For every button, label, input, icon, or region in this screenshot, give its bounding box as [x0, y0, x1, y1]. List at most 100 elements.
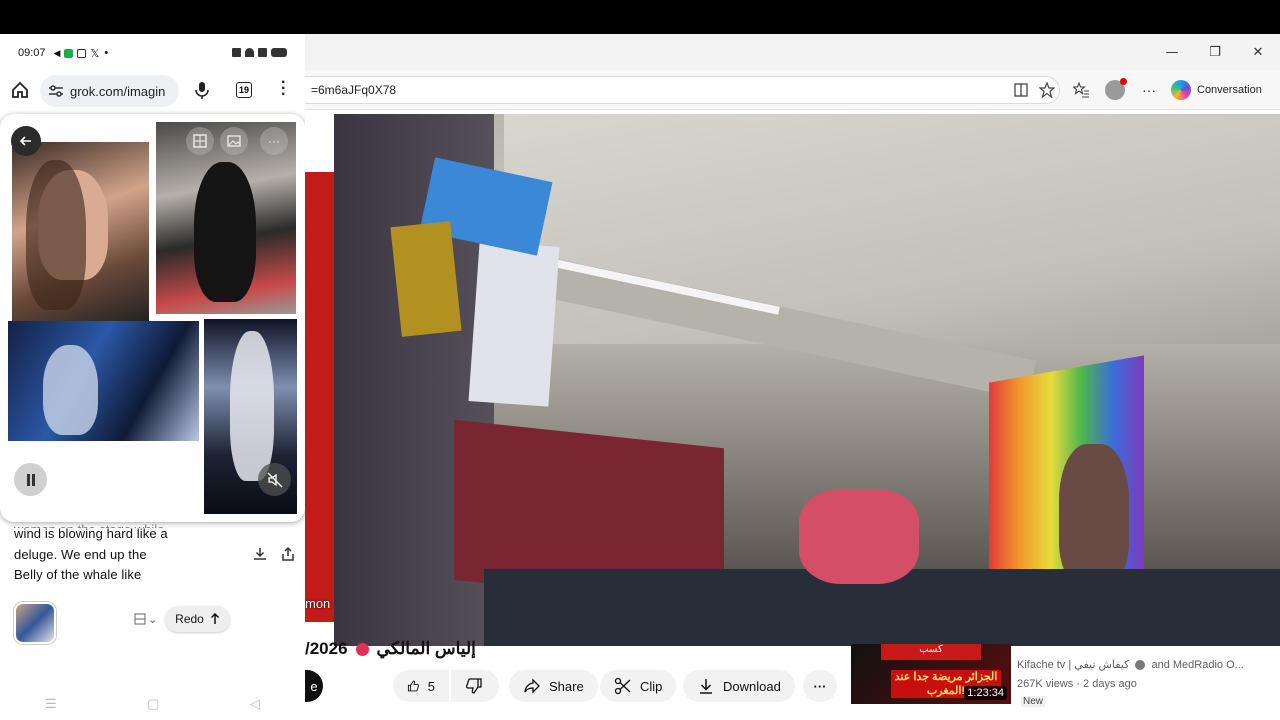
- favorite-star-icon[interactable]: [1037, 80, 1057, 100]
- scissors-icon: [614, 677, 631, 695]
- layout-select[interactable]: ⌄: [134, 610, 160, 628]
- thumbs-down-icon: [465, 678, 482, 694]
- like-button[interactable]: 5: [393, 670, 449, 702]
- battery-icon: [271, 48, 287, 57]
- status-app-icon: [77, 48, 87, 58]
- restore-icon[interactable]: ❐: [1193, 34, 1237, 70]
- x-app-icon: 𝕏: [90, 47, 100, 60]
- back-button[interactable]: [11, 126, 41, 156]
- recent-apps-icon[interactable]: ☰: [45, 696, 57, 712]
- suggested-thumbnail[interactable]: كسب الجزائر مريضة جدا عند المغرب! 1:23:3…: [851, 644, 1011, 704]
- suggested-channel-name: Kifache tv | كيفاش تيفي: [1017, 659, 1130, 671]
- more-actions-button[interactable]: ···: [803, 670, 837, 702]
- screen: — ❐ ✕ =6m6aJFq0X78 ··· Conversation mon …: [0, 0, 1280, 720]
- video-title-text: /2026: [305, 639, 348, 658]
- layout-icon: [134, 613, 146, 625]
- status-time: 09:07: [18, 47, 46, 59]
- suggested-thumb-top-text: كسب: [881, 644, 981, 660]
- minimize-icon[interactable]: —: [1150, 34, 1194, 70]
- arrow-up-icon: [210, 613, 219, 624]
- video-frame-poster-face: [1059, 444, 1129, 584]
- clip-button[interactable]: Clip: [600, 670, 677, 702]
- image-icon: [227, 135, 241, 147]
- window-titlebar: — ❐ ✕: [305, 34, 1280, 70]
- prompt-text: wind is blowing hard like a deluge. We e…: [14, 524, 204, 586]
- suggested-views: 267K views: [1017, 678, 1074, 690]
- download-icon: [700, 679, 712, 694]
- video-frame-cloth: [390, 221, 462, 337]
- split-screen-icon[interactable]: [1011, 80, 1031, 100]
- microphone-icon[interactable]: [194, 80, 210, 105]
- phone-screen: 09:07 ◀ 𝕏 • grok.com/imagin 19 · · · ···…: [0, 34, 305, 720]
- thumbs-up-icon: [407, 680, 420, 692]
- back-arrow-icon: [19, 136, 31, 146]
- mute-button[interactable]: [258, 463, 291, 496]
- mobile-address-field[interactable]: grok.com/imagin: [40, 75, 179, 107]
- suggested-age: 2 days ago: [1083, 678, 1137, 690]
- back-nav-icon[interactable]: ◁: [250, 696, 260, 712]
- pause-button[interactable]: [14, 463, 47, 496]
- notification-dot: [1120, 78, 1127, 85]
- conversation-button[interactable]: Conversation: [1167, 76, 1273, 104]
- generated-image-3[interactable]: [8, 321, 199, 441]
- share-icon: [524, 678, 540, 694]
- like-count: 5: [427, 678, 435, 694]
- tab-switcher[interactable]: 19: [236, 82, 252, 98]
- red-dot-icon: [355, 642, 369, 656]
- pause-icon: [26, 473, 35, 486]
- suggested-video[interactable]: كسب الجزائر مريضة جدا عند المغرب! 1:23:3…: [851, 644, 1280, 720]
- redo-label: Redo: [175, 612, 204, 626]
- data-icon: [232, 48, 241, 57]
- home-icon[interactable]: [10, 80, 30, 105]
- prompt-line: wind is blowing hard like a: [14, 526, 168, 541]
- image-view-button[interactable]: [220, 127, 248, 155]
- video-player[interactable]: [334, 114, 1280, 646]
- share-icon[interactable]: [276, 542, 300, 566]
- video-frame-cloth: [468, 241, 560, 407]
- wifi-icon: [245, 48, 254, 57]
- status-bar: 09:07 ◀ 𝕏 •: [0, 34, 305, 72]
- video-title: /2026 إلياس المالكي: [305, 636, 476, 662]
- mobile-url: grok.com/imagin: [70, 83, 166, 99]
- grid-icon: [193, 134, 207, 148]
- system-icons: [232, 48, 287, 57]
- favorites-list-icon[interactable]: [1071, 80, 1091, 100]
- prompt-line: Belly of the whale like: [14, 567, 142, 582]
- profile-avatar-icon[interactable]: [1105, 78, 1127, 100]
- side-thumbnail[interactable]: [305, 172, 334, 622]
- share-button[interactable]: Share: [509, 670, 598, 702]
- share-label: Share: [549, 678, 584, 694]
- suggested-channel-more: and MedRadio O...: [1151, 659, 1244, 671]
- desktop-browser-window: — ❐ ✕ =6m6aJFq0X78 ··· Conversation mon …: [305, 34, 1280, 720]
- conversation-label: Conversation: [1197, 84, 1262, 96]
- site-info-icon[interactable]: [48, 84, 64, 98]
- download-button[interactable]: Download: [683, 670, 795, 702]
- video-actions: e 5 Share Clip Download ···: [305, 670, 865, 702]
- status-dot-icon: •: [104, 47, 109, 59]
- new-badge: New: [1021, 696, 1046, 707]
- generated-image-card: ···: [0, 114, 305, 522]
- redo-button[interactable]: Redo: [165, 606, 230, 632]
- suggested-channel[interactable]: Kifache tv | كيفاش تيفي and MedRadio O..…: [1017, 658, 1244, 671]
- suggested-meta: 267K views · 2 days ago: [1017, 678, 1137, 690]
- kebab-menu-icon[interactable]: · · ·: [281, 75, 286, 103]
- video-frame-cloth: [799, 489, 919, 584]
- android-nav-bar: ☰ ▢ ◁: [0, 688, 305, 720]
- close-icon[interactable]: ✕: [1236, 34, 1280, 70]
- signal-icon: [258, 48, 267, 57]
- home-nav-icon[interactable]: ▢: [147, 696, 159, 712]
- subscribe-button[interactable]: e: [305, 670, 323, 702]
- generated-image-1[interactable]: [12, 142, 149, 322]
- source-image-thumbnail[interactable]: [14, 602, 56, 644]
- prompt-line: deluge. We end up the: [14, 546, 147, 562]
- address-bar-row: =6m6aJFq0X78 ··· Conversation: [305, 70, 1280, 110]
- clip-label: Clip: [640, 678, 663, 694]
- download-icon[interactable]: [248, 542, 272, 566]
- more-menu-icon[interactable]: ···: [1139, 80, 1159, 100]
- mobile-browser-bar: grok.com/imagin 19 · · ·: [0, 72, 305, 112]
- dislike-button[interactable]: [451, 670, 499, 702]
- address-field[interactable]: =6m6aJFq0X78: [305, 76, 1060, 104]
- grid-view-button[interactable]: [186, 127, 214, 155]
- muted-speaker-icon: [267, 472, 282, 487]
- more-options-icon[interactable]: ···: [260, 127, 288, 155]
